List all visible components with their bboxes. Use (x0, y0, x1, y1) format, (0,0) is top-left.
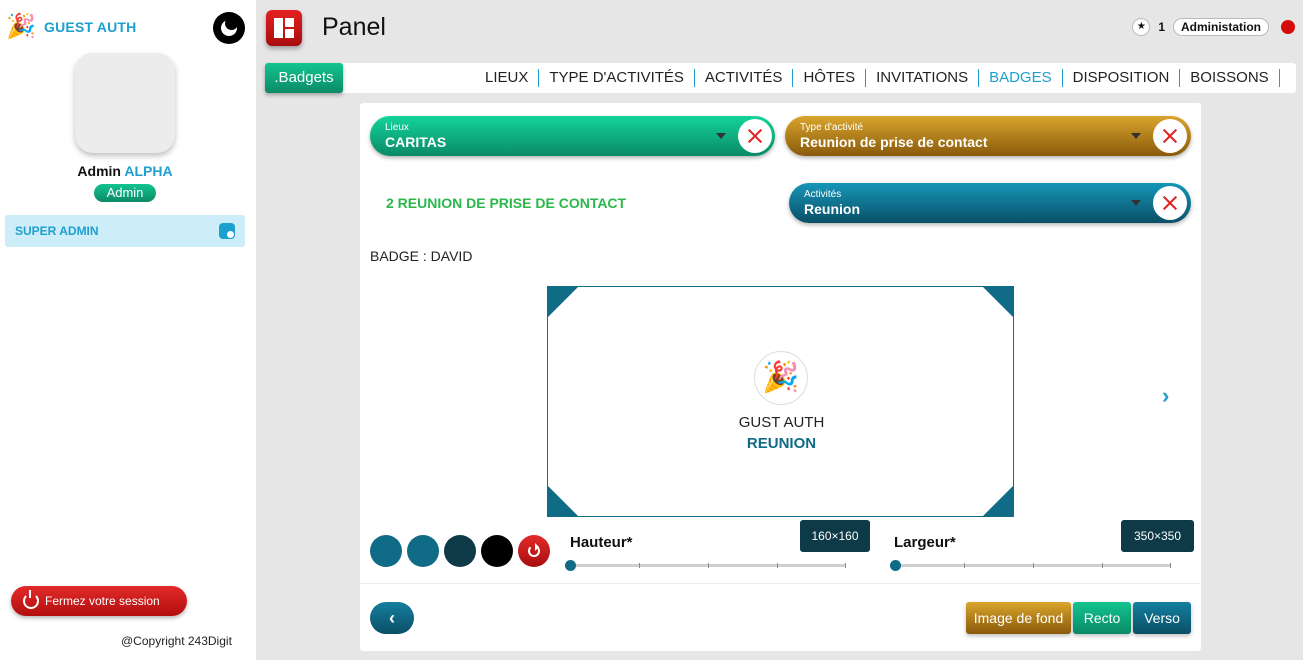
type-activite-label: Type d'activité (800, 122, 864, 133)
tab-invitations[interactable]: INVITATIONS (865, 69, 978, 87)
user-first-name: Admin (77, 163, 121, 179)
page-title: Panel (322, 13, 386, 41)
hauteur-slider[interactable] (565, 560, 846, 571)
lieux-value: CARITAS (385, 134, 447, 150)
logout-label: Fermez votre session (45, 594, 160, 608)
badge-corner (548, 287, 578, 317)
power-icon (23, 590, 39, 609)
chevron-down-icon[interactable] (1131, 133, 1141, 139)
logout-button[interactable]: Fermez votre session (11, 586, 187, 616)
close-icon[interactable] (738, 119, 772, 153)
badge-activity: REUNION (746, 435, 817, 452)
tab-activites[interactable]: ACTIVITÉS (693, 69, 793, 87)
activites-select[interactable]: Activités Reunion (789, 183, 1191, 223)
shield-settings-icon (219, 223, 235, 239)
background-image-button[interactable]: Image de fond (966, 602, 1071, 634)
verso-button[interactable]: Verso (1133, 602, 1191, 634)
close-icon[interactable] (1153, 186, 1187, 220)
brand-name: GUEST AUTH (44, 19, 137, 35)
star-icon[interactable]: ★ (1132, 18, 1151, 36)
party-popper-icon: 🎉 (6, 13, 36, 40)
color-swatch[interactable] (481, 535, 513, 567)
lieux-label: Lieux (385, 122, 409, 133)
chevron-right-icon[interactable]: › (1162, 385, 1174, 407)
activity-summary: 2 REUNION DE PRISE DE CONTACT (386, 195, 627, 211)
largeur-slider-thumb[interactable] (890, 560, 901, 571)
dashboard-icon[interactable] (266, 10, 302, 46)
chevron-down-icon[interactable] (716, 133, 726, 139)
largeur-label: Largeur* (894, 534, 956, 551)
theme-toggle-button[interactable] (213, 12, 245, 44)
hauteur-tooltip: 160×160 (800, 520, 870, 552)
color-swatch[interactable] (444, 535, 476, 567)
sidebar-item-super-admin[interactable]: SUPER ADMIN (5, 215, 245, 247)
hauteur-slider-thumb[interactable] (565, 560, 576, 571)
sidebar: 🎉 GUEST AUTH Admin ALPHA Admin SUPER ADM… (0, 0, 256, 660)
close-icon[interactable] (1153, 119, 1187, 153)
tab-more[interactable]: C (1278, 69, 1288, 87)
lieux-select[interactable]: Lieux CARITAS (370, 116, 775, 156)
tab-lieux[interactable]: LIEUX (475, 69, 538, 87)
largeur-tooltip: 350×350 (1121, 520, 1194, 552)
color-swatch[interactable] (407, 535, 439, 567)
tab-boissons[interactable]: BOISSONS (1179, 69, 1278, 87)
chevron-left-icon: ‹ (389, 608, 395, 628)
badge-corner (548, 486, 578, 516)
nav-tabs: LIEUX TYPE D'ACTIVITÉS ACTIVITÉS HÔTES I… (475, 63, 1288, 93)
back-button[interactable]: ‹ (370, 602, 414, 634)
user-name: Admin ALPHA (0, 163, 250, 179)
role-badge: Admin (94, 184, 156, 202)
copyright: @Copyright 243Digit (121, 634, 232, 648)
section-button[interactable]: .Badgets (265, 63, 343, 93)
tab-type-activites[interactable]: TYPE D'ACTIVITÉS (538, 69, 694, 87)
largeur-slider[interactable] (890, 560, 1171, 571)
badge-title: GUST AUTH (738, 414, 825, 431)
status-indicator (1281, 20, 1295, 34)
avatar (75, 53, 175, 153)
divider (360, 583, 1201, 584)
badge-corner (983, 287, 1013, 317)
tab-disposition[interactable]: DISPOSITION (1061, 69, 1180, 87)
type-activite-value: Reunion de prise de contact (800, 134, 988, 150)
badge-corner (983, 486, 1013, 516)
type-activite-select[interactable]: Type d'activité Reunion de prise de cont… (785, 116, 1191, 156)
tab-hotes[interactable]: HÔTES (792, 69, 865, 87)
tab-badges[interactable]: BADGES (978, 69, 1062, 87)
hauteur-label: Hauteur* (570, 534, 633, 551)
activites-value: Reunion (804, 201, 860, 217)
activites-label: Activités (804, 189, 842, 200)
account-area: ★ 1 Administation (1132, 18, 1295, 36)
user-last-name: ALPHA (124, 163, 173, 179)
party-popper-icon: 🎉 (754, 351, 808, 405)
sidebar-item-label: SUPER ADMIN (15, 224, 99, 238)
chevron-down-icon[interactable] (1131, 200, 1141, 206)
recto-button[interactable]: Recto (1073, 602, 1131, 634)
star-count: 1 (1158, 20, 1165, 34)
brand[interactable]: 🎉 GUEST AUTH (6, 12, 136, 42)
color-swatch[interactable] (370, 535, 402, 567)
account-button[interactable]: Administation (1173, 18, 1269, 36)
badge-heading: BADGE : DAVID (370, 248, 473, 264)
refresh-icon[interactable] (518, 535, 550, 567)
badge-preview: 🎉 GUST AUTH REUNION (547, 286, 1014, 517)
